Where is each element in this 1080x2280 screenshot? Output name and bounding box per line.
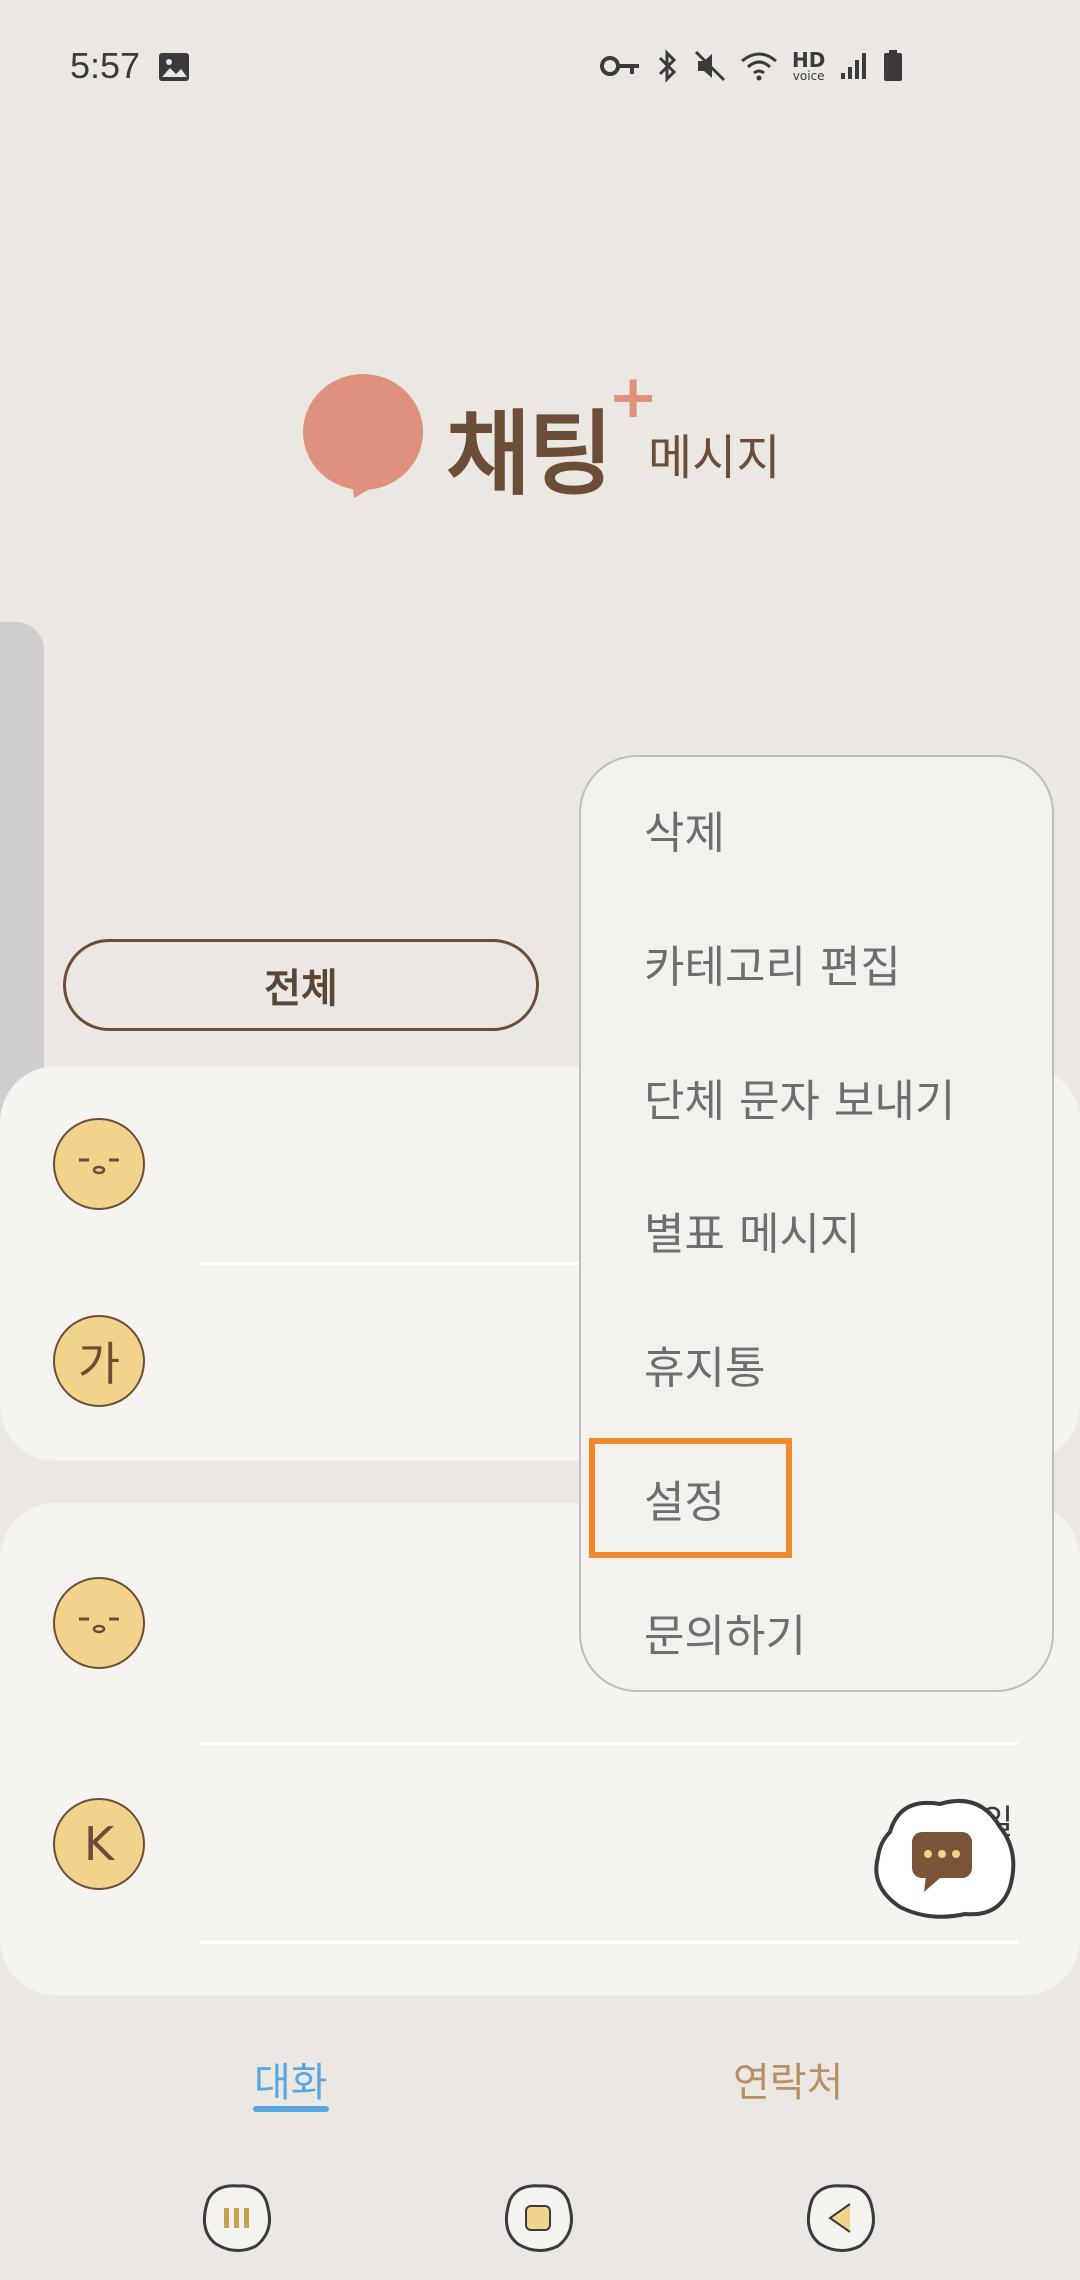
filter-chip-all[interactable]: 전체 [63,939,539,1031]
image-icon [158,52,190,86]
settings-highlight-box [589,1438,792,1558]
signal-icon [839,48,869,84]
voice-label: voice [792,69,825,83]
tab-contacts[interactable]: 연락처 [733,2050,843,2108]
app-logo-title: 채팅 [446,401,613,508]
menu-item-edit-category[interactable]: 카테고리 편집 [644,931,901,995]
app-logo-subtitle: 메시지 [648,430,781,486]
row-divider [200,1941,1018,1944]
menu-item-starred[interactable]: 별표 메시지 [644,1198,860,1262]
bluetooth-icon [654,48,680,84]
home-icon [504,2184,573,2252]
tab-chats[interactable]: 대화 [254,2050,328,2108]
menu-item-trash[interactable]: 휴지통 [644,1332,765,1396]
recent-apps-button[interactable] [196,2180,276,2256]
hd-voice-icon: HD voice [792,48,825,84]
mute-icon [694,48,726,84]
egg-chat-icon [874,1798,1016,1919]
chat-bubble-logo-icon [302,370,424,504]
menu-item-contact-us[interactable]: 문의하기 [644,1600,806,1664]
wifi-icon [740,48,778,84]
menu-item-group-message[interactable]: 단체 문자 보내기 [644,1065,955,1129]
home-button[interactable] [498,2180,578,2256]
menu-item-delete[interactable]: 삭제 [644,797,725,861]
avatar[interactable] [53,1577,145,1669]
avatar-letter: K [83,1817,115,1871]
recents-icon [202,2184,271,2252]
hd-label: HD [792,48,826,72]
key-icon [600,48,640,84]
back-icon [806,2184,875,2252]
battery-icon [883,48,903,84]
sleepy-face-icon [79,1617,119,1634]
status-icons: HD voice [600,48,903,84]
back-button[interactable] [800,2180,880,2256]
status-time: 5:57 [70,45,141,86]
tab-active-indicator [253,2106,329,2112]
new-chat-fab[interactable] [870,1792,1020,1922]
row-divider [200,1742,1018,1745]
avatar[interactable]: K [53,1798,145,1890]
